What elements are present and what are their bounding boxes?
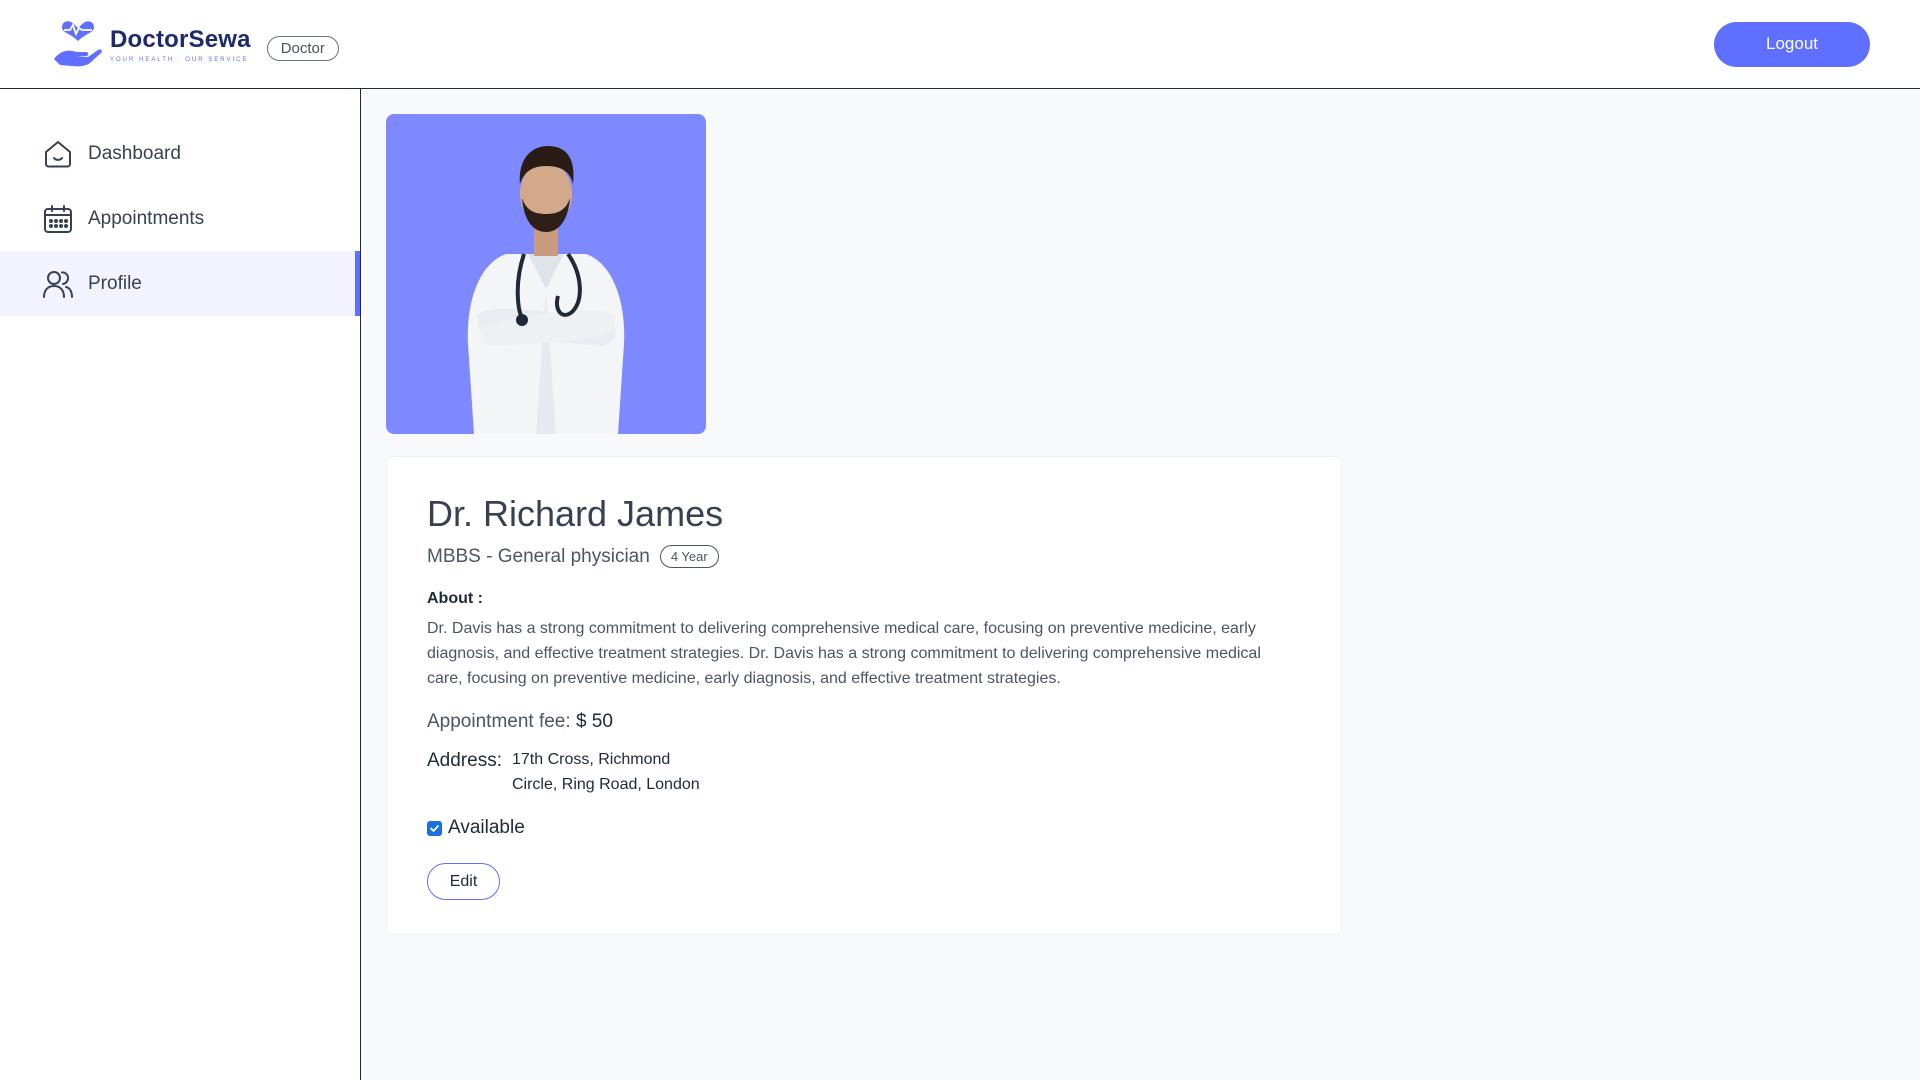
address-lines: 17th Cross, Richmond Circle, Ring Road, … xyxy=(512,747,700,797)
doctor-degree: MBBS - General physician xyxy=(427,545,650,567)
doctor-illustration xyxy=(467,146,625,434)
fee-label: Appointment fee: xyxy=(427,711,571,732)
address-line-2: Circle, Ring Road, London xyxy=(511,776,700,793)
doctor-name: Dr. Richard James xyxy=(427,493,724,534)
available-label: Available xyxy=(448,817,525,838)
address-label: Address: xyxy=(427,750,502,771)
sidebar-item-dashboard[interactable]: Dashboard xyxy=(0,121,360,186)
experience-badge: 4 Year xyxy=(659,545,719,568)
about-text: Dr. Davis has a strong commitment to del… xyxy=(427,620,1261,687)
profile-card: Dr. Richard James MBBS - General physici… xyxy=(386,456,1342,935)
sidebar-item-label: Dashboard xyxy=(88,142,181,164)
edit-button[interactable]: Edit xyxy=(427,863,500,900)
doctor-photo xyxy=(386,114,706,434)
logo-icon xyxy=(54,21,102,67)
degree-row: MBBS - General physician 4 Year xyxy=(427,545,1301,568)
fee-value: $ 50 xyxy=(575,711,613,732)
role-badge: Doctor xyxy=(266,35,339,61)
main-content: Dr. Richard James MBBS - General physici… xyxy=(361,89,1920,1080)
brand[interactable]: DoctorSewa YOUR HEALTH . OUR SERVICE Doc… xyxy=(52,19,339,69)
people-icon xyxy=(43,270,73,298)
brand-name: DoctorSewa xyxy=(110,25,251,53)
sidebar-item-label: Appointments xyxy=(88,207,205,229)
available-checkbox[interactable] xyxy=(427,820,442,836)
sidebar-item-label: Profile xyxy=(88,272,142,294)
sidebar: Dashboard Appointments Profile xyxy=(0,89,361,1080)
logout-button[interactable]: Logout xyxy=(1714,21,1870,67)
sidebar-item-profile[interactable]: Profile xyxy=(0,251,360,316)
fee-row: Appointment fee: $ 50 xyxy=(427,711,1301,733)
brand-tagline: YOUR HEALTH . OUR SERVICE xyxy=(110,56,249,63)
about-label: About : xyxy=(427,590,483,607)
sidebar-item-appointments[interactable]: Appointments xyxy=(0,186,360,251)
home-icon xyxy=(45,140,71,167)
availability-row: Available xyxy=(427,817,1301,839)
address-row: Address: 17th Cross, Richmond Circle, Ri… xyxy=(427,747,1301,797)
address-line-1: 17th Cross, Richmond xyxy=(511,751,671,768)
calendar-icon xyxy=(44,204,72,233)
checkmark-icon xyxy=(430,824,439,832)
top-navbar: DoctorSewa YOUR HEALTH . OUR SERVICE Doc… xyxy=(0,0,1920,89)
